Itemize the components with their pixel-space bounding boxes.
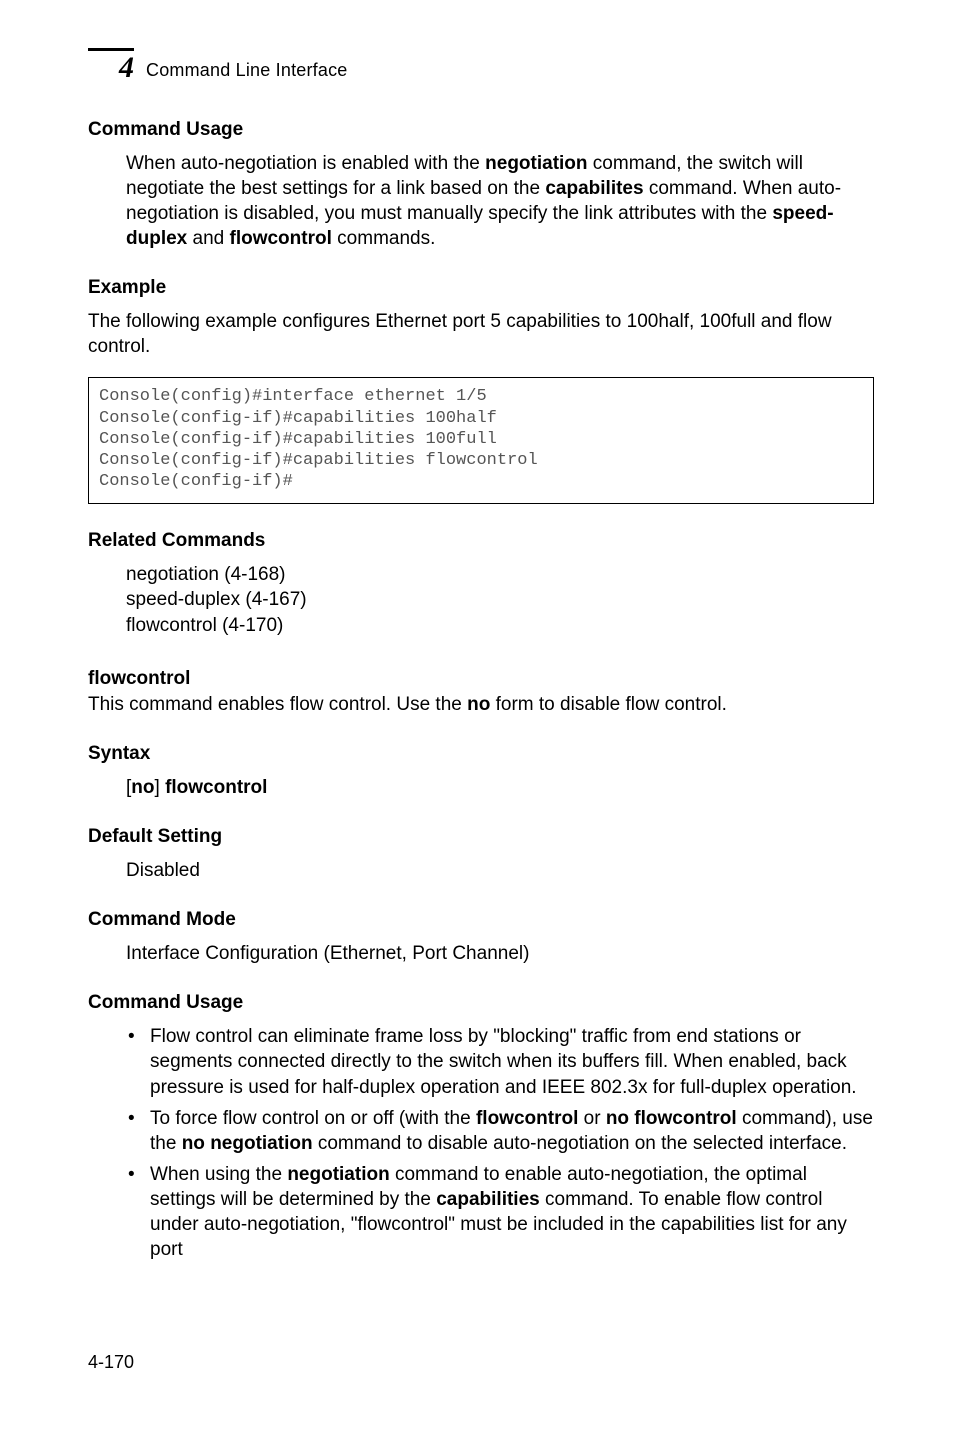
- related-command-line: negotiation (4-168): [126, 562, 874, 587]
- kw-capabilities: capabilities: [436, 1189, 540, 1210]
- related-command-line: speed-duplex (4-167): [126, 587, 874, 612]
- command-mode-value: Interface Configuration (Ethernet, Port …: [88, 941, 874, 966]
- text: When using the: [150, 1164, 287, 1185]
- section-command-usage-2: Command Usage: [88, 992, 874, 1014]
- related-commands-list: negotiation (4-168) speed-duplex (4-167)…: [88, 562, 874, 638]
- running-header: 4 Command Line Interface: [88, 48, 874, 83]
- list-item: To force flow control on or off (with th…: [88, 1106, 874, 1156]
- command-usage-list: Flow control can eliminate frame loss by…: [88, 1024, 874, 1262]
- kw-flowcontrol: flowcontrol: [230, 228, 332, 249]
- section-example: Example: [88, 277, 874, 299]
- text: and: [187, 228, 229, 249]
- section-syntax: Syntax: [88, 743, 874, 765]
- kw-flowcontrol: flowcontrol: [476, 1108, 578, 1129]
- text: commands.: [332, 228, 435, 249]
- command-name-heading: flowcontrol: [88, 668, 874, 690]
- text: When auto-negotiation is enabled with th…: [126, 153, 485, 174]
- section-command-mode: Command Mode: [88, 909, 874, 931]
- text: This command enables flow control. Use t…: [88, 694, 467, 715]
- kw-negotiation: negotiation: [287, 1164, 389, 1185]
- text: ]: [155, 777, 166, 798]
- text: or: [578, 1108, 605, 1129]
- text: Flow control can eliminate frame loss by…: [150, 1026, 857, 1097]
- page-number: 4-170: [88, 1352, 874, 1373]
- list-item: When using the negotiation command to en…: [88, 1162, 874, 1262]
- kw-no-negotiation: no negotiation: [182, 1133, 313, 1154]
- kw-no: no: [131, 777, 154, 798]
- text: To force flow control on or off (with th…: [150, 1108, 476, 1129]
- section-related-commands: Related Commands: [88, 530, 874, 552]
- text: form to disable flow control.: [490, 694, 727, 715]
- kw-no-flowcontrol: no flowcontrol: [606, 1108, 737, 1129]
- kw-capabilites: capabilites: [545, 178, 643, 199]
- syntax-line: [no] flowcontrol: [88, 775, 874, 800]
- kw-negotiation: negotiation: [485, 153, 587, 174]
- section-command-usage-1: Command Usage: [88, 119, 874, 141]
- paragraph-example: The following example configures Etherne…: [88, 309, 874, 359]
- paragraph-command-usage-1: When auto-negotiation is enabled with th…: [88, 151, 874, 251]
- command-description: This command enables flow control. Use t…: [88, 692, 874, 717]
- default-setting-value: Disabled: [88, 858, 874, 883]
- chapter-number: 4: [88, 51, 134, 83]
- text: command to disable auto-negotiation on t…: [313, 1133, 847, 1154]
- list-item: Flow control can eliminate frame loss by…: [88, 1024, 874, 1099]
- running-title: Command Line Interface: [146, 50, 348, 81]
- section-default-setting: Default Setting: [88, 826, 874, 848]
- code-block: Console(config)#interface ethernet 1/5 C…: [88, 377, 874, 503]
- chapter-number-icon: 4: [88, 48, 134, 83]
- kw-no: no: [467, 694, 490, 715]
- related-command-line: flowcontrol (4-170): [126, 613, 874, 638]
- kw-flowcontrol: flowcontrol: [165, 777, 267, 798]
